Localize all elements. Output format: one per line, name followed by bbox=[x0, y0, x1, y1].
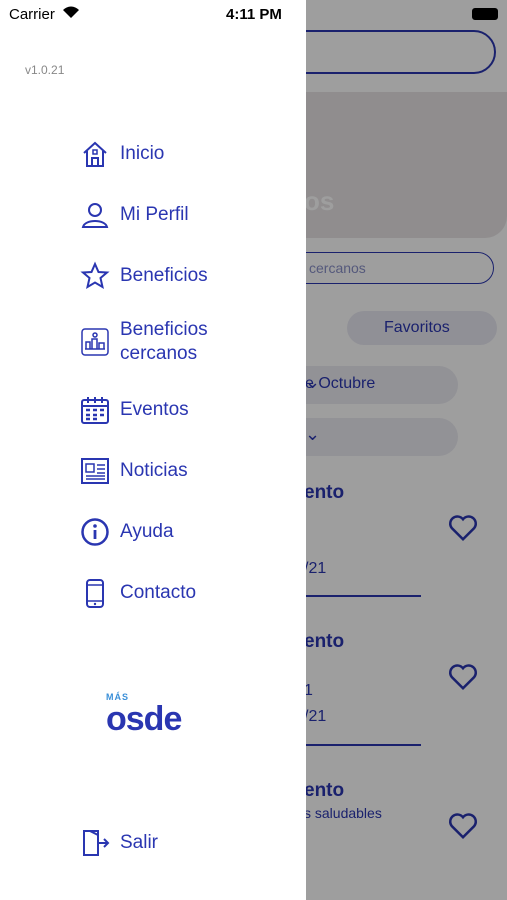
logout-label: Salir bbox=[120, 832, 159, 853]
app-version: v1.0.21 bbox=[25, 63, 65, 77]
chevron-down-icon: ⌄ bbox=[305, 424, 321, 444]
nearby-placeholder: cercanos bbox=[309, 260, 366, 276]
menu-item-eventos[interactable]: Eventos bbox=[80, 390, 300, 430]
star-icon bbox=[80, 261, 110, 291]
user-icon bbox=[80, 200, 110, 230]
event-sub: s saludables bbox=[304, 805, 382, 821]
logout-icon bbox=[80, 828, 110, 858]
osde-logo: MÁS osde bbox=[106, 692, 182, 738]
menu-label: Ayuda bbox=[120, 521, 174, 542]
menu-item-cercanos[interactable]: Beneficios cercanos bbox=[80, 317, 300, 367]
menu-label: Inicio bbox=[120, 143, 165, 164]
clock: 4:11 PM bbox=[226, 6, 282, 23]
heart-icon[interactable] bbox=[448, 514, 478, 542]
menu-item-inicio[interactable]: Inicio bbox=[80, 134, 300, 174]
menu-item-perfil[interactable]: Mi Perfil bbox=[80, 195, 300, 235]
wifi-icon bbox=[62, 6, 80, 22]
menu-label: Noticias bbox=[120, 460, 188, 481]
menu-label: Contacto bbox=[120, 582, 197, 603]
newspaper-icon bbox=[80, 456, 110, 486]
map-icon bbox=[80, 327, 110, 357]
event-title: ento bbox=[304, 631, 345, 652]
logout-button[interactable]: Salir bbox=[80, 828, 158, 858]
carrier-label: Carrier bbox=[9, 6, 55, 23]
favorites-label: Favoritos bbox=[384, 319, 450, 336]
menu-label: Beneficios cercanos bbox=[120, 319, 208, 364]
menu-label: Eventos bbox=[120, 399, 189, 420]
event-date: /21 bbox=[304, 708, 327, 725]
phone-icon bbox=[80, 578, 110, 608]
event-title: ento bbox=[304, 780, 345, 801]
menu-item-noticias[interactable]: Noticias bbox=[80, 451, 300, 491]
event-title: ento bbox=[304, 482, 345, 503]
battery-icon bbox=[472, 8, 498, 20]
info-icon bbox=[80, 517, 110, 547]
menu-item-beneficios[interactable]: Beneficios bbox=[80, 256, 300, 296]
heart-icon[interactable] bbox=[448, 812, 478, 840]
status-bar: Carrier 4:11 PM bbox=[0, 0, 507, 30]
home-icon bbox=[80, 139, 110, 169]
menu-label: Mi Perfil bbox=[120, 204, 189, 225]
chevron-down-icon: ⌄ bbox=[305, 372, 321, 392]
heart-icon[interactable] bbox=[448, 663, 478, 691]
hero-title: os bbox=[304, 186, 335, 216]
favorites-tab[interactable]: Favoritos bbox=[347, 311, 497, 345]
menu-item-contacto[interactable]: Contacto bbox=[80, 573, 300, 613]
event-date: /21 bbox=[304, 560, 327, 577]
menu-label: Beneficios bbox=[120, 265, 208, 286]
calendar-icon bbox=[80, 395, 110, 425]
side-drawer: v1.0.21 Inicio Mi Perfil Beneficios Bene… bbox=[0, 0, 306, 900]
logo-brand-text: osde bbox=[106, 700, 182, 738]
menu-item-ayuda[interactable]: Ayuda bbox=[80, 512, 300, 552]
